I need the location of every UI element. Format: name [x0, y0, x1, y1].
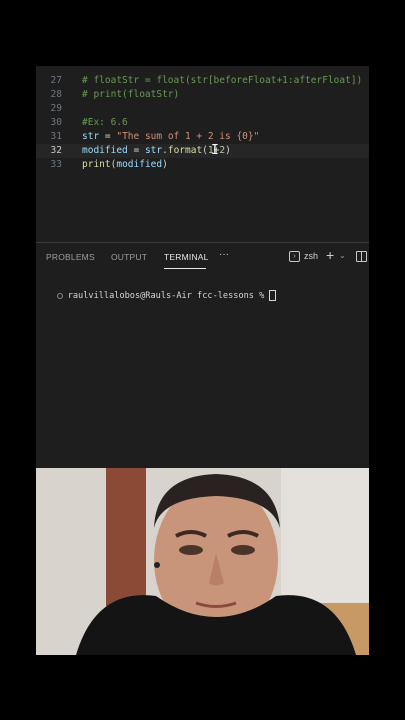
- code-token: ): [162, 159, 168, 170]
- panel-tab-bar: PROBLEMS OUTPUT TERMINAL ··· › zsh + ⌄: [36, 243, 369, 271]
- code-editor[interactable]: 27 # floatStr = float(str[beforeFloat+1:a…: [36, 66, 369, 242]
- code-line[interactable]: 29: [36, 102, 369, 116]
- split-terminal-icon[interactable]: [356, 251, 367, 262]
- code-line[interactable]: 31 str = "The sum of 1 + 2 is {0}": [36, 130, 369, 144]
- terminal-prompt: raulvillalobos@Rauls-Air fcc-lessons %: [67, 291, 270, 301]
- code-text: modified = str.format(1+2): [82, 144, 231, 158]
- code-token: print: [82, 159, 111, 170]
- more-tabs-icon[interactable]: ···: [219, 249, 229, 260]
- line-number: 33: [50, 159, 62, 170]
- code-token: ): [225, 145, 231, 156]
- code-line[interactable]: 33 print(modified): [36, 158, 369, 172]
- tab-output[interactable]: OUTPUT: [111, 252, 147, 262]
- tab-problems[interactable]: PROBLEMS: [46, 252, 95, 262]
- terminal-icon: ›: [289, 251, 300, 262]
- line-number: 29: [50, 103, 62, 114]
- code-line[interactable]: 32 modified = str.format(1+2): [36, 144, 369, 158]
- code-line[interactable]: 28 # print(floatStr): [36, 88, 369, 102]
- active-tab-indicator: [164, 268, 206, 269]
- code-token: format: [167, 145, 203, 156]
- code-line[interactable]: 30 #Ex: 6.6: [36, 116, 369, 130]
- line-number: 31: [50, 131, 62, 142]
- code-token: str: [144, 145, 163, 156]
- code-token: modified: [116, 159, 163, 170]
- code-token: #Ex: 6.6: [82, 117, 128, 128]
- tab-terminal[interactable]: TERMINAL: [164, 252, 209, 262]
- line-number: 27: [50, 75, 62, 86]
- new-terminal-plus-icon[interactable]: +: [326, 247, 334, 263]
- code-token: # print(floatStr): [82, 89, 180, 100]
- terminal-cursor: [269, 290, 277, 301]
- code-token: =: [99, 131, 117, 142]
- line-number: 30: [50, 117, 62, 128]
- prompt-status-icon: [56, 292, 63, 299]
- code-token: "The sum of 1 + 2 is {0}": [116, 131, 260, 142]
- terminal-name[interactable]: zsh: [304, 251, 318, 261]
- code-text: print(modified): [82, 158, 168, 172]
- code-token: str: [82, 131, 100, 142]
- code-text: # floatStr = float(str[beforeFloat+1:aft…: [82, 74, 362, 88]
- webcam-overlay: [36, 468, 369, 655]
- code-text: #Ex: 6.6: [82, 116, 128, 130]
- code-token: =: [127, 145, 145, 156]
- webcam-image: [36, 468, 369, 655]
- line-number: 32: [50, 145, 62, 156]
- code-text: str = "The sum of 1 + 2 is {0}": [82, 130, 259, 144]
- chevron-down-icon[interactable]: ⌄: [339, 251, 346, 260]
- text-cursor-icon: I: [211, 144, 219, 159]
- code-line[interactable]: 27 # floatStr = float(str[beforeFloat+1:a…: [36, 74, 369, 88]
- code-token: modified: [82, 145, 128, 156]
- bottom-panel: PROBLEMS OUTPUT TERMINAL ··· › zsh + ⌄ r…: [36, 242, 369, 469]
- line-number: 28: [50, 89, 62, 100]
- code-text: # print(floatStr): [82, 88, 179, 102]
- terminal-prompt-line[interactable]: raulvillalobos@Rauls-Air fcc-lessons %: [36, 280, 277, 311]
- code-token: # floatStr = float(str[beforeFloat+1:aft…: [82, 75, 363, 86]
